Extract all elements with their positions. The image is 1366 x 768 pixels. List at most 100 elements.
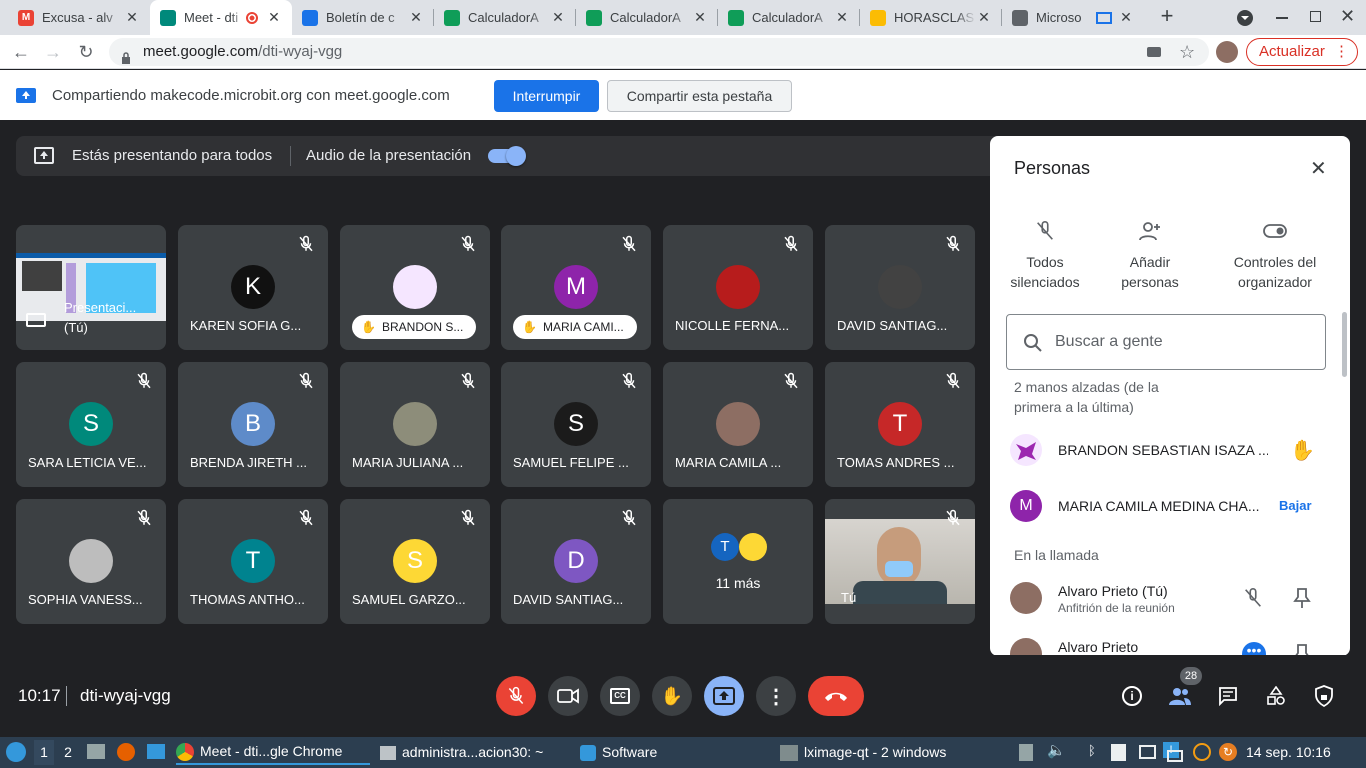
browser-tab[interactable]: CalculadorA ✕ [718,0,860,35]
more-options-button[interactable]: ⋮ [756,676,796,716]
mute-all-button[interactable]: Todos silenciados [1000,220,1090,292]
add-people-button[interactable]: Añadir personas [1105,220,1195,292]
raised-hand-row[interactable]: M MARIA CAMILA MEDINA CHA... Bajar [990,484,1350,528]
close-tab-icon[interactable]: ✕ [408,9,424,26]
participant-tile[interactable]: B BRENDA JIRETH ... [178,362,328,487]
participant-row[interactable]: Alvaro Prieto ••• [990,632,1350,656]
firefox-icon[interactable] [117,743,135,761]
browser-tab[interactable]: CalculadorA ✕ [434,0,576,35]
start-menu-icon[interactable] [6,742,26,762]
host-controls-button[interactable]: Controles del organizador [1220,220,1330,292]
microphone-button[interactable] [496,676,536,716]
pin-icon[interactable] [1293,587,1311,609]
minimize-button[interactable] [1276,17,1288,19]
close-tab-icon[interactable]: ✕ [124,9,140,26]
reload-icon[interactable]: ↻ [75,41,97,63]
task-lximage[interactable]: lximage-qt - 2 windows [780,740,980,765]
camera-button[interactable] [548,676,588,716]
raise-hand-button[interactable]: ✋ [652,676,692,716]
close-tab-icon[interactable]: ✕ [692,9,708,26]
task-chrome[interactable]: Meet - dti...gle Chrome [176,740,370,765]
share-this-tab-button[interactable]: Compartir esta pestaña [607,80,792,112]
meeting-details-button[interactable]: i [1114,678,1150,714]
chat-button[interactable] [1210,678,1246,714]
display-icon[interactable] [1139,745,1156,759]
clipboard-icon[interactable] [1019,744,1033,761]
close-tab-icon[interactable]: ✕ [834,9,850,26]
host-controls-button[interactable] [1306,678,1342,714]
stop-sharing-button[interactable]: Interrumpir [494,80,599,112]
hand-icon: ✋ [660,685,684,706]
participant-tile[interactable]: K KAREN SOFIA G... [178,225,328,350]
participant-tile[interactable]: T 11 más [663,499,813,624]
close-window-button[interactable]: ✕ [1340,6,1355,27]
present-to-all-icon [34,147,54,164]
notes-icon[interactable] [1111,744,1126,761]
bluetooth-icon[interactable]: ᛒ [1088,743,1096,758]
browser-tab[interactable]: Meet - dti ✕ [150,0,292,35]
participant-tile[interactable]: S SAMUEL FELIPE ... [501,362,651,487]
forward-arrow-icon[interactable]: → [42,41,64,63]
browser-tab[interactable]: M Excusa - alv ✕ [8,0,150,35]
participant-tile[interactable]: S SAMUEL GARZO... [340,499,490,624]
present-now-button[interactable] [704,676,744,716]
participant-tile[interactable]: D DAVID SANTIAG... [501,499,651,624]
volume-icon[interactable]: 🔈 [1047,741,1066,759]
desktop-icon[interactable] [147,744,165,759]
file-manager-icon[interactable] [87,744,105,759]
profile-avatar[interactable] [1216,41,1238,63]
update-button[interactable]: Actualizar ⋮ [1246,38,1358,66]
activities-button[interactable] [1258,678,1294,714]
participant-tile[interactable]: DAVID SANTIAG... [825,225,975,350]
workspace-1[interactable]: 1 [34,740,54,765]
participant-tile[interactable]: MARIA CAMILA ... [663,362,813,487]
participant-row[interactable]: Alvaro Prieto (Tú) Anfitrión de la reuni… [990,576,1350,620]
presentation-audio-toggle[interactable] [488,146,526,166]
participant-tile[interactable]: M ✋ MARIA CAMI... [501,225,651,350]
participant-tile[interactable]: Tú [825,499,975,624]
browser-tab[interactable]: Boletín de c ✕ [292,0,434,35]
participant-tile[interactable]: ✋ BRANDON S... [340,225,490,350]
task-software[interactable]: Software [580,740,770,765]
closed-caption-icon: CC [610,688,630,704]
clock[interactable]: 14 sep. 10:16 [1246,744,1331,760]
workspace-2[interactable]: 2 [58,740,78,765]
people-button[interactable]: 28 [1162,667,1202,714]
camera-in-use-icon[interactable] [1147,47,1161,57]
close-tab-icon[interactable]: ✕ [550,9,566,26]
close-tab-icon[interactable]: ✕ [1118,9,1134,26]
participant-tile[interactable]: NICOLLE FERNA... [663,225,813,350]
close-tab-icon[interactable]: ✕ [976,9,992,26]
people-search-field[interactable]: Buscar a gente [1006,314,1326,370]
participant-tile[interactable]: S SARA LETICIA VE... [16,362,166,487]
new-tab-button[interactable]: + [1156,5,1178,28]
browser-tab[interactable]: Microso ✕ [1002,0,1144,35]
browser-tab[interactable]: HORASCLAS ✕ [860,0,1002,35]
participant-tile[interactable]: MARIA JULIANA ... [340,362,490,487]
back-arrow-icon[interactable]: ← [10,41,32,63]
browser-tab[interactable]: CalculadorA ✕ [576,0,718,35]
raised-hand-row[interactable]: BRANDON SEBASTIAN ISAZA ... ✋ [990,428,1350,472]
mic-off-icon[interactable] [1242,587,1264,609]
network-icon[interactable] [1167,750,1183,762]
lower-hand-button[interactable]: Bajar [1279,498,1312,513]
leave-call-button[interactable] [808,676,864,716]
close-panel-icon[interactable]: ✕ [1310,156,1327,181]
maximize-button[interactable] [1310,11,1321,22]
participant-tile[interactable]: SOPHIA VANESS... [16,499,166,624]
panel-scrollbar[interactable] [1342,312,1347,377]
url-field[interactable]: meet.google.com/dti-wyaj-vgg ☆ [109,38,1209,66]
more-vert-icon[interactable]: ⋮ [1334,39,1349,65]
close-tab-icon[interactable]: ✕ [266,9,282,26]
participant-tile[interactable]: Presentaci... (Tú) [16,225,166,350]
participant-tile[interactable]: T TOMAS ANDRES ... [825,362,975,487]
tab-search-icon[interactable] [1237,10,1253,26]
captions-button[interactable]: CC [600,676,640,716]
bookmark-star-icon[interactable]: ☆ [1179,38,1195,66]
refresh-icon[interactable]: ↻ [1219,743,1237,761]
task-terminal[interactable]: administra...acion30: ~ [380,740,570,765]
participant-tile[interactable]: T THOMAS ANTHO... [178,499,328,624]
shield-status-icon[interactable] [1193,743,1211,761]
info-icon: i [1122,686,1142,706]
more-options-icon[interactable]: ••• [1242,642,1266,656]
